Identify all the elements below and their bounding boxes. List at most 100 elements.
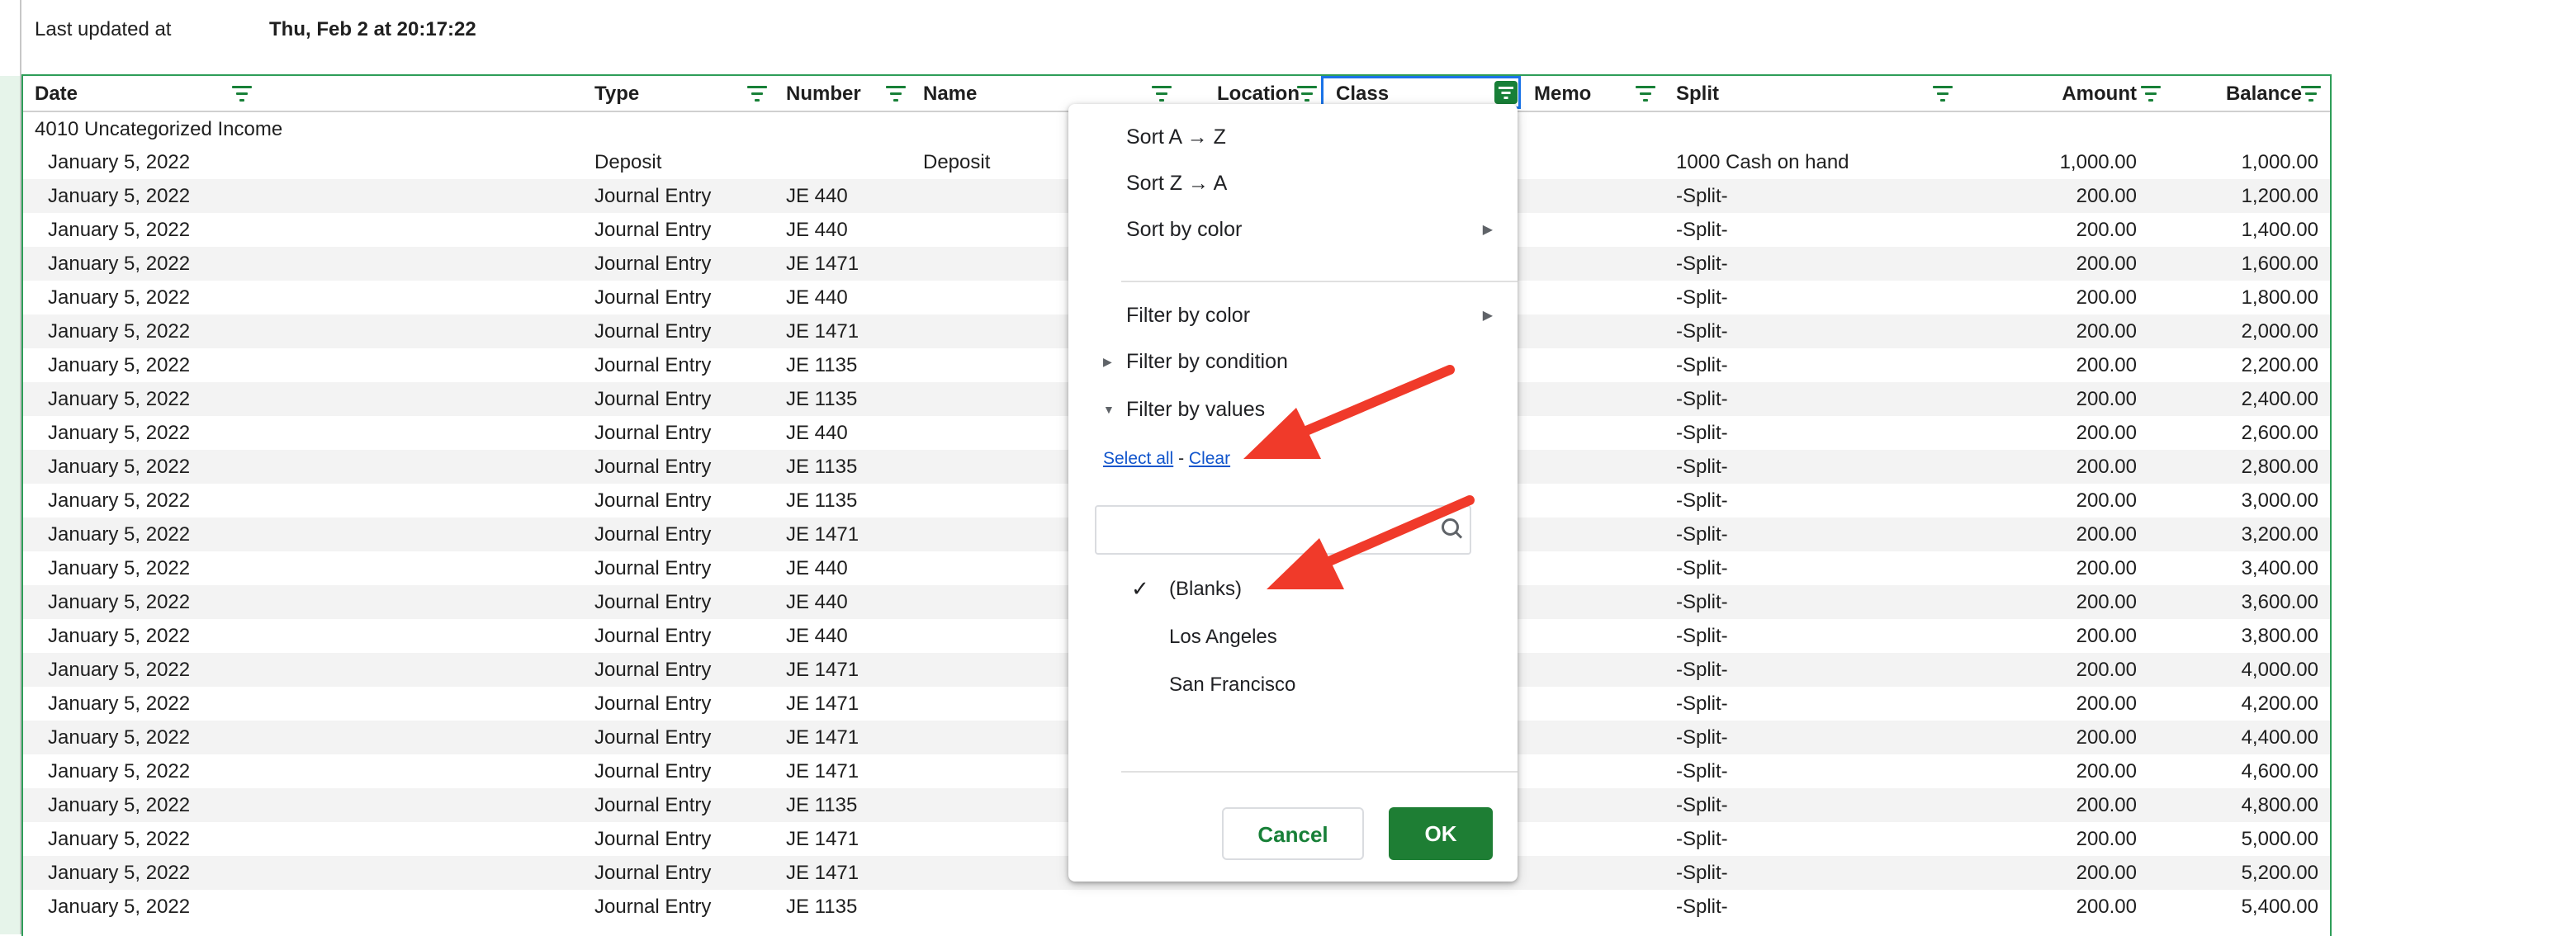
cell-balance[interactable]: 3,800.00 xyxy=(2162,619,2318,653)
cell-number[interactable]: JE 1135 xyxy=(786,382,857,416)
cell-balance[interactable]: 5,000.00 xyxy=(2162,822,2318,856)
cell-number[interactable]: JE 440 xyxy=(786,213,848,247)
cell-balance[interactable]: 1,000.00 xyxy=(2162,145,2318,179)
cell-type[interactable]: Journal Entry xyxy=(594,247,711,281)
col-header-type[interactable]: Type xyxy=(594,76,639,111)
cell-type[interactable]: Journal Entry xyxy=(594,314,711,348)
cell-type[interactable]: Deposit xyxy=(594,145,661,179)
col-header-memo[interactable]: Memo xyxy=(1534,76,1591,111)
menu-item-sort-az[interactable]: Sort A → Z xyxy=(1126,125,1226,149)
cell-balance[interactable]: 4,000.00 xyxy=(2162,653,2318,687)
cell-balance[interactable]: 2,400.00 xyxy=(2162,382,2318,416)
cell-amount[interactable]: 200.00 xyxy=(1988,551,2137,585)
col-header-balance[interactable]: Balance xyxy=(2170,76,2302,111)
cell-split[interactable]: -Split- xyxy=(1676,348,1728,382)
value-option-los-angeles[interactable]: Los Angeles xyxy=(1068,626,1518,654)
filter-icon[interactable] xyxy=(885,86,907,102)
expanded-triangle-icon[interactable]: ▼ xyxy=(1103,403,1115,416)
col-header-date[interactable]: Date xyxy=(35,76,78,111)
cell-number[interactable]: JE 440 xyxy=(786,585,848,619)
cell-split[interactable]: -Split- xyxy=(1676,687,1728,721)
filter-icon[interactable] xyxy=(2300,86,2322,102)
cell-date[interactable]: January 5, 2022 xyxy=(48,450,190,484)
cell-number[interactable]: JE 1471 xyxy=(786,721,859,754)
cell-number[interactable]: JE 1135 xyxy=(786,788,857,822)
cell-date[interactable]: January 5, 2022 xyxy=(48,890,190,924)
cell-date[interactable]: January 5, 2022 xyxy=(48,484,190,518)
filter-icon[interactable] xyxy=(2140,86,2162,102)
cell-amount[interactable]: 200.00 xyxy=(1988,822,2137,856)
cell-amount[interactable]: 200.00 xyxy=(1988,450,2137,484)
cell-number[interactable]: JE 1471 xyxy=(786,822,859,856)
cell-type[interactable]: Journal Entry xyxy=(594,856,711,890)
cell-split[interactable]: -Split- xyxy=(1676,653,1728,687)
cell-balance[interactable]: 2,800.00 xyxy=(2162,450,2318,484)
cell-amount[interactable]: 200.00 xyxy=(1988,382,2137,416)
ok-button[interactable]: OK xyxy=(1389,807,1493,860)
cell-number[interactable]: JE 440 xyxy=(786,551,848,585)
cell-date[interactable]: January 5, 2022 xyxy=(48,653,190,687)
cell-type[interactable]: Journal Entry xyxy=(594,551,711,585)
select-all-link[interactable]: Select all xyxy=(1103,449,1173,468)
cell-balance[interactable]: 1,600.00 xyxy=(2162,247,2318,281)
active-filter-icon[interactable] xyxy=(1494,81,1518,104)
cell-split[interactable]: -Split- xyxy=(1676,551,1728,585)
cell-split[interactable]: -Split- xyxy=(1676,450,1728,484)
cell-date[interactable]: January 5, 2022 xyxy=(48,145,190,179)
collapsed-triangle-icon[interactable]: ▶ xyxy=(1103,355,1112,369)
cell-date[interactable]: January 5, 2022 xyxy=(48,551,190,585)
cell-balance[interactable]: 2,000.00 xyxy=(2162,314,2318,348)
menu-item-filter-by-condition[interactable]: Filter by condition xyxy=(1126,350,1288,374)
menu-item-filter-by-color[interactable]: Filter by color xyxy=(1126,304,1250,328)
value-option-san-francisco[interactable]: San Francisco xyxy=(1068,674,1518,702)
cell-split[interactable]: -Split- xyxy=(1676,754,1728,788)
clear-link[interactable]: Clear xyxy=(1189,449,1230,468)
cell-amount[interactable]: 200.00 xyxy=(1988,213,2137,247)
cell-amount[interactable]: 1,000.00 xyxy=(1988,145,2137,179)
filter-icon[interactable] xyxy=(1635,86,1656,102)
cell-number[interactable]: JE 440 xyxy=(786,179,848,213)
cell-balance[interactable]: 1,800.00 xyxy=(2162,281,2318,314)
col-header-number[interactable]: Number xyxy=(786,76,861,111)
filter-icon[interactable] xyxy=(231,86,253,102)
cell-amount[interactable]: 200.00 xyxy=(1988,890,2137,924)
cell-split[interactable]: -Split- xyxy=(1676,518,1728,551)
cell-split[interactable]: -Split- xyxy=(1676,585,1728,619)
cell-date[interactable]: January 5, 2022 xyxy=(48,247,190,281)
cell-date[interactable]: January 5, 2022 xyxy=(48,314,190,348)
cell-number[interactable]: JE 1471 xyxy=(786,653,859,687)
filter-icon[interactable] xyxy=(746,86,768,102)
cell-type[interactable]: Journal Entry xyxy=(594,348,711,382)
cell-type[interactable]: Journal Entry xyxy=(594,213,711,247)
cell-split[interactable]: -Split- xyxy=(1676,213,1728,247)
cell-balance[interactable]: 3,400.00 xyxy=(2162,551,2318,585)
cell-split[interactable]: -Split- xyxy=(1676,619,1728,653)
cell-amount[interactable]: 200.00 xyxy=(1988,619,2137,653)
cell-amount[interactable]: 200.00 xyxy=(1988,856,2137,890)
cell-type[interactable]: Journal Entry xyxy=(594,382,711,416)
cell-date[interactable]: January 5, 2022 xyxy=(48,822,190,856)
cell-split[interactable]: -Split- xyxy=(1676,788,1728,822)
cell-type[interactable]: Journal Entry xyxy=(594,687,711,721)
cell-split[interactable]: -Split- xyxy=(1676,179,1728,213)
cell-name[interactable]: Deposit xyxy=(923,145,990,179)
cell-amount[interactable]: 200.00 xyxy=(1988,484,2137,518)
cell-split[interactable]: -Split- xyxy=(1676,890,1728,924)
cell-number[interactable]: JE 1471 xyxy=(786,247,859,281)
cell-type[interactable]: Journal Entry xyxy=(594,788,711,822)
col-header-amount[interactable]: Amount xyxy=(1988,76,2137,111)
cell-date[interactable]: January 5, 2022 xyxy=(48,721,190,754)
cell-date[interactable]: January 5, 2022 xyxy=(48,619,190,653)
cell-amount[interactable]: 200.00 xyxy=(1988,348,2137,382)
value-option-blanks[interactable]: ✓ (Blanks) xyxy=(1068,576,1518,606)
cell-number[interactable]: JE 1135 xyxy=(786,348,857,382)
cell-type[interactable]: Journal Entry xyxy=(594,585,711,619)
cell-balance[interactable]: 5,400.00 xyxy=(2162,890,2318,924)
cell-split[interactable]: -Split- xyxy=(1676,247,1728,281)
cell-date[interactable]: January 5, 2022 xyxy=(48,382,190,416)
cell-amount[interactable]: 200.00 xyxy=(1988,518,2137,551)
cell-amount[interactable]: 200.00 xyxy=(1988,788,2137,822)
cell-balance[interactable]: 1,400.00 xyxy=(2162,213,2318,247)
cell-balance[interactable]: 2,600.00 xyxy=(2162,416,2318,450)
cell-balance[interactable]: 4,600.00 xyxy=(2162,754,2318,788)
